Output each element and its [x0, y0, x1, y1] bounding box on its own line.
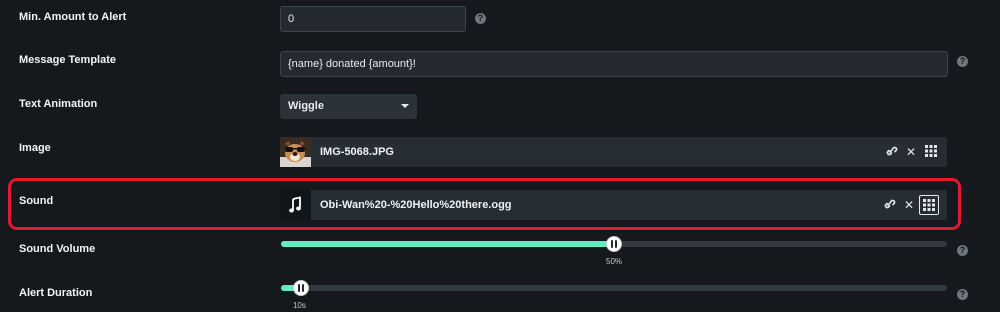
- grip-line: [611, 240, 613, 248]
- alert-duration-value: 10s: [292, 301, 306, 310]
- sound-volume-slider[interactable]: [281, 236, 947, 252]
- min-amount-label: Min. Amount to Alert: [19, 11, 127, 23]
- grip-line: [297, 284, 300, 292]
- image-filename: IMG-5068.JPG: [320, 146, 394, 158]
- sound-volume-help-icon[interactable]: ?: [957, 245, 968, 256]
- sound-volume-handle[interactable]: [606, 236, 622, 252]
- alert-duration-help-icon[interactable]: ?: [957, 289, 968, 300]
- message-template-label: Message Template: [19, 54, 117, 66]
- image-thumbnail: [280, 137, 311, 167]
- text-animation-value: Wiggle: [288, 100, 324, 112]
- alert-duration-label: Alert Duration: [19, 287, 93, 299]
- text-animation-select[interactable]: Wiggle: [280, 94, 417, 119]
- text-animation-label: Text Animation: [19, 98, 98, 110]
- sound-volume-label: Sound Volume: [19, 243, 96, 255]
- grip-line: [615, 240, 617, 248]
- min-amount-help-icon[interactable]: ?: [475, 13, 486, 24]
- message-template-input[interactable]: {name} donated {amount}!: [280, 51, 948, 77]
- min-amount-input[interactable]: 0: [280, 6, 466, 32]
- sound-highlight-box: [8, 178, 961, 230]
- image-label: Image: [19, 142, 51, 154]
- close-icon[interactable]: ✕: [903, 144, 919, 160]
- image-media-row[interactable]: IMG-5068.JPG ✕: [280, 137, 947, 167]
- media-gallery-icon[interactable]: [923, 144, 939, 160]
- link-icon[interactable]: [883, 144, 899, 160]
- alert-duration-slider[interactable]: [281, 280, 947, 296]
- grip-line: [301, 284, 304, 292]
- sound-volume-fill: [281, 241, 614, 247]
- chevron-down-icon: [401, 104, 409, 108]
- alert-duration-handle[interactable]: [292, 280, 309, 296]
- message-template-help-icon[interactable]: ?: [957, 56, 968, 67]
- sound-volume-value: 50%: [606, 257, 623, 266]
